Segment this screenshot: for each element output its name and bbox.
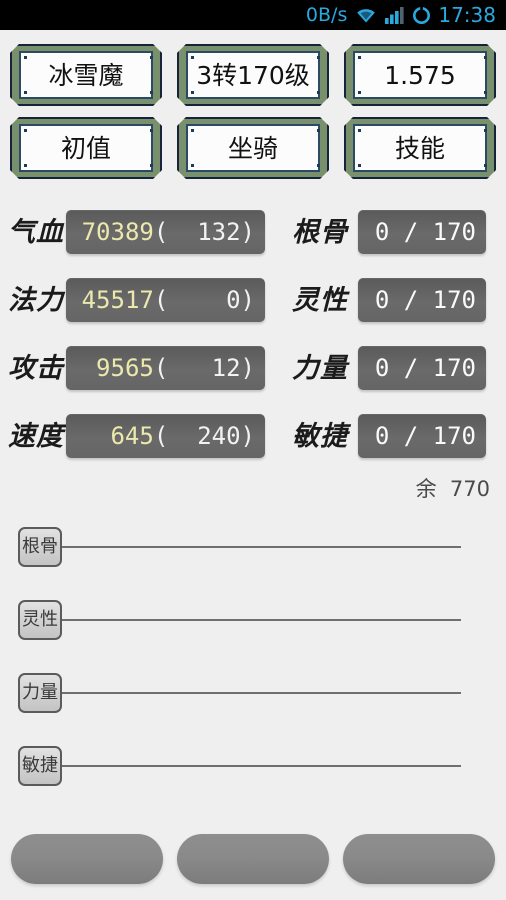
- button-panel: 3转170级: [186, 51, 320, 99]
- slider-track[interactable]: [50, 619, 461, 621]
- button-panel: 1.575: [353, 51, 487, 99]
- slider-thumb-liliang[interactable]: 力量: [18, 673, 62, 713]
- stat-label-hp: 气血: [8, 216, 64, 248]
- stat-value-minjie[interactable]: 0 / 170: [358, 414, 486, 458]
- level-button[interactable]: 3转170级: [177, 44, 329, 106]
- stat-main-value: 45517: [81, 286, 154, 314]
- stat-main-value: 0 / 170: [374, 422, 476, 450]
- wifi-icon: [357, 9, 376, 23]
- slider-row-lingxing: 灵性: [0, 589, 506, 662]
- button-label: 冰雪魔: [48, 60, 124, 90]
- stat-main-value: 645: [110, 422, 154, 450]
- bottom-button-1[interactable]: [11, 834, 163, 884]
- stat-value-speed[interactable]: 645( 240): [66, 414, 265, 458]
- stat-cell-liliang: 力量 0 / 170: [282, 346, 506, 390]
- stat-cell-lingxing: 灵性 0 / 170: [282, 278, 506, 322]
- stat-label-minjie: 敏捷: [292, 420, 348, 452]
- stat-bonus-value: ( 0): [153, 286, 255, 314]
- stat-bonus-value: ( 240): [153, 422, 255, 450]
- stat-value-mp[interactable]: 45517( 0): [66, 278, 265, 322]
- circle-icon: [413, 5, 431, 24]
- slider-label: 灵性: [22, 609, 58, 630]
- slider-row-genggu: 根骨: [0, 516, 506, 589]
- stat-row: 速度 645( 240) 敏捷 0 / 170: [0, 402, 506, 470]
- bottom-button-3[interactable]: [343, 834, 495, 884]
- button-panel: 技能: [353, 124, 487, 172]
- stat-main-value: 9565: [96, 354, 154, 382]
- mount-button[interactable]: 坐骑: [177, 117, 329, 179]
- stat-label-attack: 攻击: [8, 352, 64, 384]
- remaining-points: 余 770: [415, 477, 490, 501]
- slider-thumb-lingxing[interactable]: 灵性: [18, 600, 62, 640]
- stat-cell-genggu: 根骨 0 / 170: [282, 210, 506, 254]
- button-panel: 初值: [19, 124, 153, 172]
- button-label: 坐骑: [227, 133, 278, 163]
- header-button-row-1: 冰雪魔 3转170级 1.575: [0, 44, 506, 106]
- slider-track[interactable]: [50, 692, 461, 694]
- clock-text: 17:38: [438, 3, 496, 27]
- signal-bars-icon: [385, 7, 404, 24]
- stat-label-genggu: 根骨: [292, 216, 348, 248]
- stat-row: 攻击 9565( 12) 力量 0 / 170: [0, 334, 506, 402]
- slider-track[interactable]: [50, 765, 461, 767]
- stat-main-value: 0 / 170: [374, 286, 476, 314]
- slider-label: 力量: [22, 682, 58, 703]
- header-button-row-2: 初值 坐骑 技能: [0, 117, 506, 179]
- stat-value-hp[interactable]: 70389( 132): [66, 210, 265, 254]
- stat-cell-mp: 法力 45517( 0): [0, 278, 282, 322]
- button-label: 初值: [60, 133, 111, 163]
- stat-cell-hp: 气血 70389( 132): [0, 210, 282, 254]
- stat-bonus-value: ( 12): [153, 354, 255, 382]
- slider-thumb-minjie[interactable]: 敏捷: [18, 746, 62, 786]
- stat-row: 气血 70389( 132) 根骨 0 / 170: [0, 198, 506, 266]
- stat-label-lingxing: 灵性: [292, 284, 348, 316]
- character-name-button[interactable]: 冰雪魔: [10, 44, 162, 106]
- button-label: 技能: [394, 133, 445, 163]
- button-panel: 冰雪魔: [19, 51, 153, 99]
- slider-thumb-genggu[interactable]: 根骨: [18, 527, 62, 567]
- stat-cell-minjie: 敏捷 0 / 170: [282, 414, 506, 458]
- slider-panel: 根骨 灵性 力量 敏捷: [0, 516, 506, 808]
- stats-panel: 气血 70389( 132) 根骨 0 / 170 法力 45517( 0) 灵…: [0, 198, 506, 470]
- stat-label-liliang: 力量: [292, 352, 348, 384]
- stat-main-value: 0 / 170: [374, 354, 476, 382]
- base-value-button[interactable]: 初值: [10, 117, 162, 179]
- status-bar: 0B/s 17:38: [0, 0, 506, 30]
- slider-row-minjie: 敏捷: [0, 735, 506, 808]
- slider-row-liliang: 力量: [0, 662, 506, 735]
- button-label: 1.575: [384, 60, 456, 90]
- button-panel: 坐骑: [186, 124, 320, 172]
- slider-label: 根骨: [22, 536, 58, 557]
- slider-track[interactable]: [50, 546, 461, 548]
- stat-value-liliang[interactable]: 0 / 170: [358, 346, 486, 390]
- stat-label-mp: 法力: [8, 284, 64, 316]
- stat-value-genggu[interactable]: 0 / 170: [358, 210, 486, 254]
- bottom-button-bar: [0, 834, 506, 884]
- stat-main-value: 70389: [81, 218, 154, 246]
- slider-label: 敏捷: [22, 755, 58, 776]
- stat-label-speed: 速度: [8, 420, 64, 452]
- skill-button[interactable]: 技能: [344, 117, 496, 179]
- button-label: 3转170级: [196, 60, 310, 90]
- version-button[interactable]: 1.575: [344, 44, 496, 106]
- stat-cell-attack: 攻击 9565( 12): [0, 346, 282, 390]
- stat-row: 法力 45517( 0) 灵性 0 / 170: [0, 266, 506, 334]
- network-speed-text: 0B/s: [305, 3, 348, 26]
- stat-value-lingxing[interactable]: 0 / 170: [358, 278, 486, 322]
- bottom-button-2[interactable]: [177, 834, 329, 884]
- stat-cell-speed: 速度 645( 240): [0, 414, 282, 458]
- stat-value-attack[interactable]: 9565( 12): [66, 346, 265, 390]
- stat-main-value: 0 / 170: [374, 218, 476, 246]
- app-root: 0B/s 17:38 冰雪魔 3转170级 1.575 初值 坐骑 技能 气血 …: [0, 0, 506, 900]
- stat-bonus-value: ( 132): [153, 218, 255, 246]
